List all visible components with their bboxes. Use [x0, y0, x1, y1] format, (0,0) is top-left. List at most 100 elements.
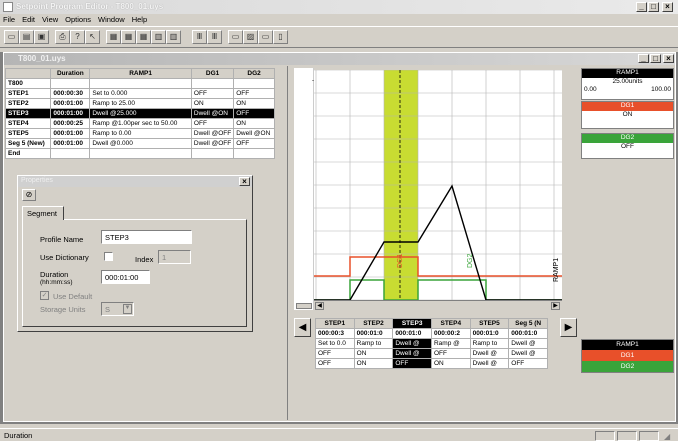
- menu-view[interactable]: View: [39, 14, 62, 24]
- menu-edit[interactable]: Edit: [19, 14, 39, 24]
- print-icon[interactable]: ⎙: [55, 30, 70, 44]
- close-icon[interactable]: ×: [662, 2, 673, 12]
- cell[interactable]: ON: [233, 98, 275, 109]
- step-duration[interactable]: 000:00:2: [430, 328, 471, 339]
- cell[interactable]: Set to 0.000: [89, 88, 192, 99]
- step-header[interactable]: STEP5: [469, 318, 510, 329]
- use-default-checkbox[interactable]: ✓: [40, 291, 49, 300]
- new-icon[interactable]: ▭: [4, 30, 19, 44]
- save-icon[interactable]: ▣: [34, 30, 49, 44]
- tool3-icon[interactable]: ▦: [136, 30, 151, 44]
- tool1-icon[interactable]: ▦: [106, 30, 121, 44]
- cell[interactable]: Ramp to 25.00: [89, 98, 192, 109]
- table-row[interactable]: STEP4 000:00:25 Ramp @1.00per sec to 50.00…: [4, 118, 275, 129]
- cell[interactable]: Dwell @OFF: [190, 128, 235, 139]
- step-dg2[interactable]: ON: [353, 358, 394, 369]
- duration-input[interactable]: 000:01:00: [101, 270, 150, 284]
- menu-window[interactable]: Window: [95, 14, 129, 24]
- cell[interactable]: Seg 5 (New): [4, 138, 52, 149]
- tool11-icon[interactable]: ▯: [273, 30, 288, 44]
- step-dg2[interactable]: OFF: [392, 358, 432, 369]
- cell[interactable]: OFF: [233, 88, 275, 99]
- step-duration[interactable]: 000:00:3: [315, 328, 355, 339]
- resize-grip-icon[interactable]: ◢: [664, 432, 670, 441]
- cell[interactable]: Dwell @25.000: [89, 108, 192, 119]
- step-ramp[interactable]: Ramp to: [469, 338, 510, 349]
- open-icon[interactable]: ▤: [19, 30, 34, 44]
- cell[interactable]: [233, 148, 275, 159]
- tab-segment[interactable]: Segment: [22, 206, 64, 220]
- doc-minimize-icon[interactable]: _: [638, 54, 649, 63]
- chevron-down-icon[interactable]: ▼: [123, 304, 132, 314]
- step-dg2[interactable]: OFF: [508, 358, 548, 369]
- cell[interactable]: 000:01:00: [50, 98, 91, 109]
- menu-help[interactable]: Help: [129, 14, 151, 24]
- tool2-icon[interactable]: ▦: [121, 30, 136, 44]
- profile-name-input[interactable]: STEP3: [101, 230, 192, 244]
- step-ramp[interactable]: Dwell @: [508, 338, 548, 349]
- cell[interactable]: STEP1: [4, 88, 52, 99]
- cell[interactable]: T800: [4, 78, 52, 89]
- tool6-icon[interactable]: Ⅲ: [192, 30, 207, 44]
- col-header-duration[interactable]: Duration: [50, 68, 91, 79]
- doc-close-icon[interactable]: ×: [663, 54, 674, 63]
- chart-scrollbar[interactable]: ◀ ▶: [314, 300, 562, 310]
- step-duration[interactable]: 000:01:0: [392, 328, 432, 339]
- step-header[interactable]: STEP4: [430, 318, 471, 329]
- step-dg1[interactable]: Dwell @: [508, 348, 548, 359]
- table-row[interactable]: Seg 5 (New) 000:01:00 Dwell @0.000 Dwell @O…: [4, 138, 275, 149]
- pushpin-icon[interactable]: ⊘: [22, 189, 36, 201]
- cell[interactable]: 000:01:00: [50, 108, 91, 119]
- cell[interactable]: OFF: [190, 88, 235, 99]
- tool8-icon[interactable]: ▭: [228, 30, 243, 44]
- cell[interactable]: Dwell @ON: [190, 108, 235, 119]
- step-header[interactable]: STEP2: [353, 318, 394, 329]
- cell[interactable]: [89, 148, 192, 159]
- context-help-icon[interactable]: ↖: [85, 30, 100, 44]
- step-duration[interactable]: 000:01:0: [508, 328, 548, 339]
- cell[interactable]: Ramp @1.00per sec to 50.00: [89, 118, 192, 129]
- cell[interactable]: Dwell @0.000: [89, 138, 192, 149]
- cell[interactable]: 000:00:25: [50, 118, 91, 129]
- cell[interactable]: [50, 148, 91, 159]
- cell[interactable]: 000:01:00: [50, 138, 91, 149]
- tool10-icon[interactable]: ▭: [258, 30, 273, 44]
- cell[interactable]: OFF: [190, 118, 235, 129]
- minimize-icon[interactable]: _: [636, 2, 647, 12]
- cell[interactable]: [89, 78, 192, 89]
- step-dg1[interactable]: Dwell @: [469, 348, 510, 359]
- step-dg2[interactable]: OFF: [315, 358, 355, 369]
- cell[interactable]: 000:01:00: [50, 128, 91, 139]
- help-icon[interactable]: ?: [70, 30, 85, 44]
- cell[interactable]: [50, 78, 91, 89]
- doc-restore-icon[interactable]: □: [650, 54, 661, 63]
- properties-title-bar[interactable]: Properties ×: [18, 176, 252, 187]
- table-row[interactable]: STEP2 000:01:00 Ramp to 25.00 ON ON: [4, 98, 275, 109]
- cell[interactable]: Dwell @OFF: [190, 138, 235, 149]
- tool9-icon[interactable]: ▨: [243, 30, 258, 44]
- step-dg2[interactable]: ON: [430, 358, 471, 369]
- step-dg1[interactable]: OFF: [430, 348, 471, 359]
- tool7-icon[interactable]: Ⅲ: [207, 30, 222, 44]
- step-header[interactable]: Seg 5 (N: [508, 318, 548, 329]
- cell[interactable]: OFF: [233, 138, 275, 149]
- cell[interactable]: STEP3: [4, 108, 52, 119]
- menu-options[interactable]: Options: [62, 14, 95, 24]
- zoom-handle[interactable]: [296, 303, 312, 309]
- cell[interactable]: 000:00:30: [50, 88, 91, 99]
- cell[interactable]: STEP4: [4, 118, 52, 129]
- maximize-icon[interactable]: □: [648, 2, 659, 12]
- step-ramp[interactable]: Ramp @: [430, 338, 471, 349]
- col-header-dg1[interactable]: DG1: [190, 68, 235, 79]
- step-ramp[interactable]: Set to 0.0: [315, 338, 355, 349]
- cell[interactable]: [233, 78, 275, 89]
- step-ramp[interactable]: Ramp to: [353, 338, 394, 349]
- step-dg1[interactable]: Dwell @: [392, 348, 432, 359]
- step-header-selected[interactable]: STEP3: [392, 318, 432, 329]
- cell[interactable]: [190, 148, 235, 159]
- tool4-icon[interactable]: ▥: [151, 30, 166, 44]
- tool5-icon[interactable]: ▥: [166, 30, 181, 44]
- cell[interactable]: Dwell @ON: [233, 128, 275, 139]
- step-duration[interactable]: 000:01:0: [353, 328, 394, 339]
- cell[interactable]: [190, 78, 235, 89]
